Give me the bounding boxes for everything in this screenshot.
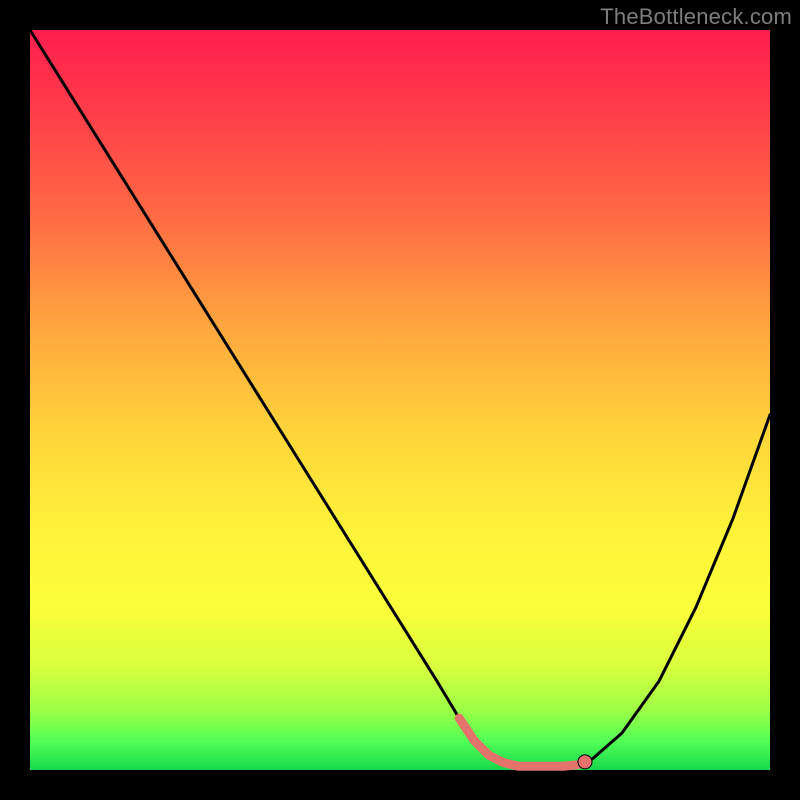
highlight-dot [578,755,592,769]
plot-area [30,30,770,770]
curve-svg [30,30,770,770]
chart-stage: TheBottleneck.com [0,0,800,800]
highlight-segment [459,718,585,766]
watermark-text: TheBottleneck.com [600,4,792,30]
bottleneck-curve [30,30,770,766]
